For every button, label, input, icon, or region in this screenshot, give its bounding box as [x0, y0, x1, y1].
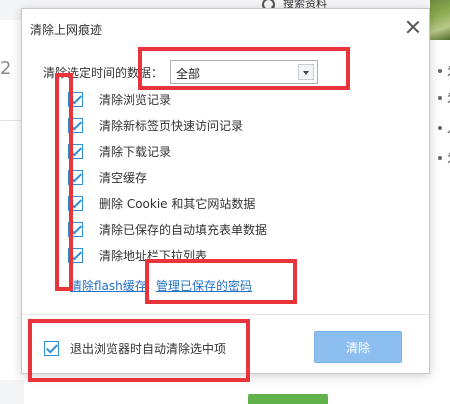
bullet-icon: [438, 96, 442, 100]
option-download-history[interactable]: 清除下载记录: [68, 143, 171, 159]
background-right-item: 人: [438, 120, 450, 136]
checkbox-cookies[interactable]: [68, 195, 83, 211]
option-new-tab-history[interactable]: 清除新标签页快速访问记录: [68, 117, 243, 133]
option-label: 清除下载记录: [99, 144, 172, 159]
background-green-button[interactable]: [248, 394, 328, 404]
option-cookies[interactable]: 删除 Cookie 和其它网站数据: [68, 195, 255, 211]
option-label: 清空缓存: [99, 170, 148, 185]
bullet-icon: [438, 126, 442, 130]
time-range-label: 清除选定时间的数据：: [43, 66, 164, 80]
checkbox-browsing-history[interactable]: [68, 91, 83, 107]
auto-clear-label: 退出浏览器时自动清除选中项: [70, 342, 227, 356]
background-right-column: 为 为 人 为: [430, 40, 450, 404]
option-label: 删除 Cookie 和其它网站数据: [99, 196, 256, 211]
time-range-select[interactable]: 全部: [170, 60, 318, 84]
background-bottom-strip: [24, 374, 430, 404]
option-label: 清除新标签页快速访问记录: [99, 118, 244, 133]
auto-clear-on-exit-option[interactable]: 退出浏览器时自动清除选中项: [44, 340, 226, 357]
checkbox-address-bar[interactable]: [68, 247, 83, 263]
bullet-icon: [438, 156, 442, 160]
clear-browsing-data-dialog: 清除上网痕迹 清除选定时间的数据： 全部 清除浏览记录 清除新标签页快速访问记录…: [21, 8, 430, 374]
clear-button[interactable]: 清除: [314, 331, 402, 363]
option-address-bar[interactable]: 清除地址栏下拉列表: [68, 247, 207, 263]
background-left-fragment: 2: [0, 58, 12, 79]
background-right-item: 为: [438, 150, 450, 166]
dialog-title: 清除上网痕迹: [30, 23, 103, 37]
dialog-divider: [22, 314, 429, 315]
option-browsing-history[interactable]: 清除浏览记录: [68, 91, 171, 107]
time-range-value: 全部: [176, 67, 201, 81]
clear-flash-cache-link[interactable]: 清除flash缓存: [70, 277, 147, 294]
manage-passwords-link[interactable]: 管理已保存的密码: [156, 277, 252, 294]
checkbox-cache[interactable]: [68, 169, 83, 185]
close-icon[interactable]: [406, 20, 420, 34]
option-label: 清除地址栏下拉列表: [99, 248, 208, 263]
checkbox-download-history[interactable]: [68, 143, 83, 159]
option-cache[interactable]: 清空缓存: [68, 169, 147, 185]
background-photo: [430, 0, 450, 40]
option-label: 清除已保存的自动填充表单数据: [99, 222, 268, 237]
option-label: 清除浏览记录: [99, 92, 172, 107]
checkbox-autofill[interactable]: [68, 221, 83, 237]
option-autofill[interactable]: 清除已保存的自动填充表单数据: [68, 221, 267, 237]
background-right-item: 为: [438, 90, 450, 106]
background-right-item: 为: [438, 63, 450, 79]
chevron-down-icon[interactable]: [298, 64, 314, 80]
checkbox-new-tab-history[interactable]: [68, 117, 83, 133]
checkbox-auto-clear[interactable]: [44, 341, 59, 356]
bullet-icon: [438, 69, 442, 73]
